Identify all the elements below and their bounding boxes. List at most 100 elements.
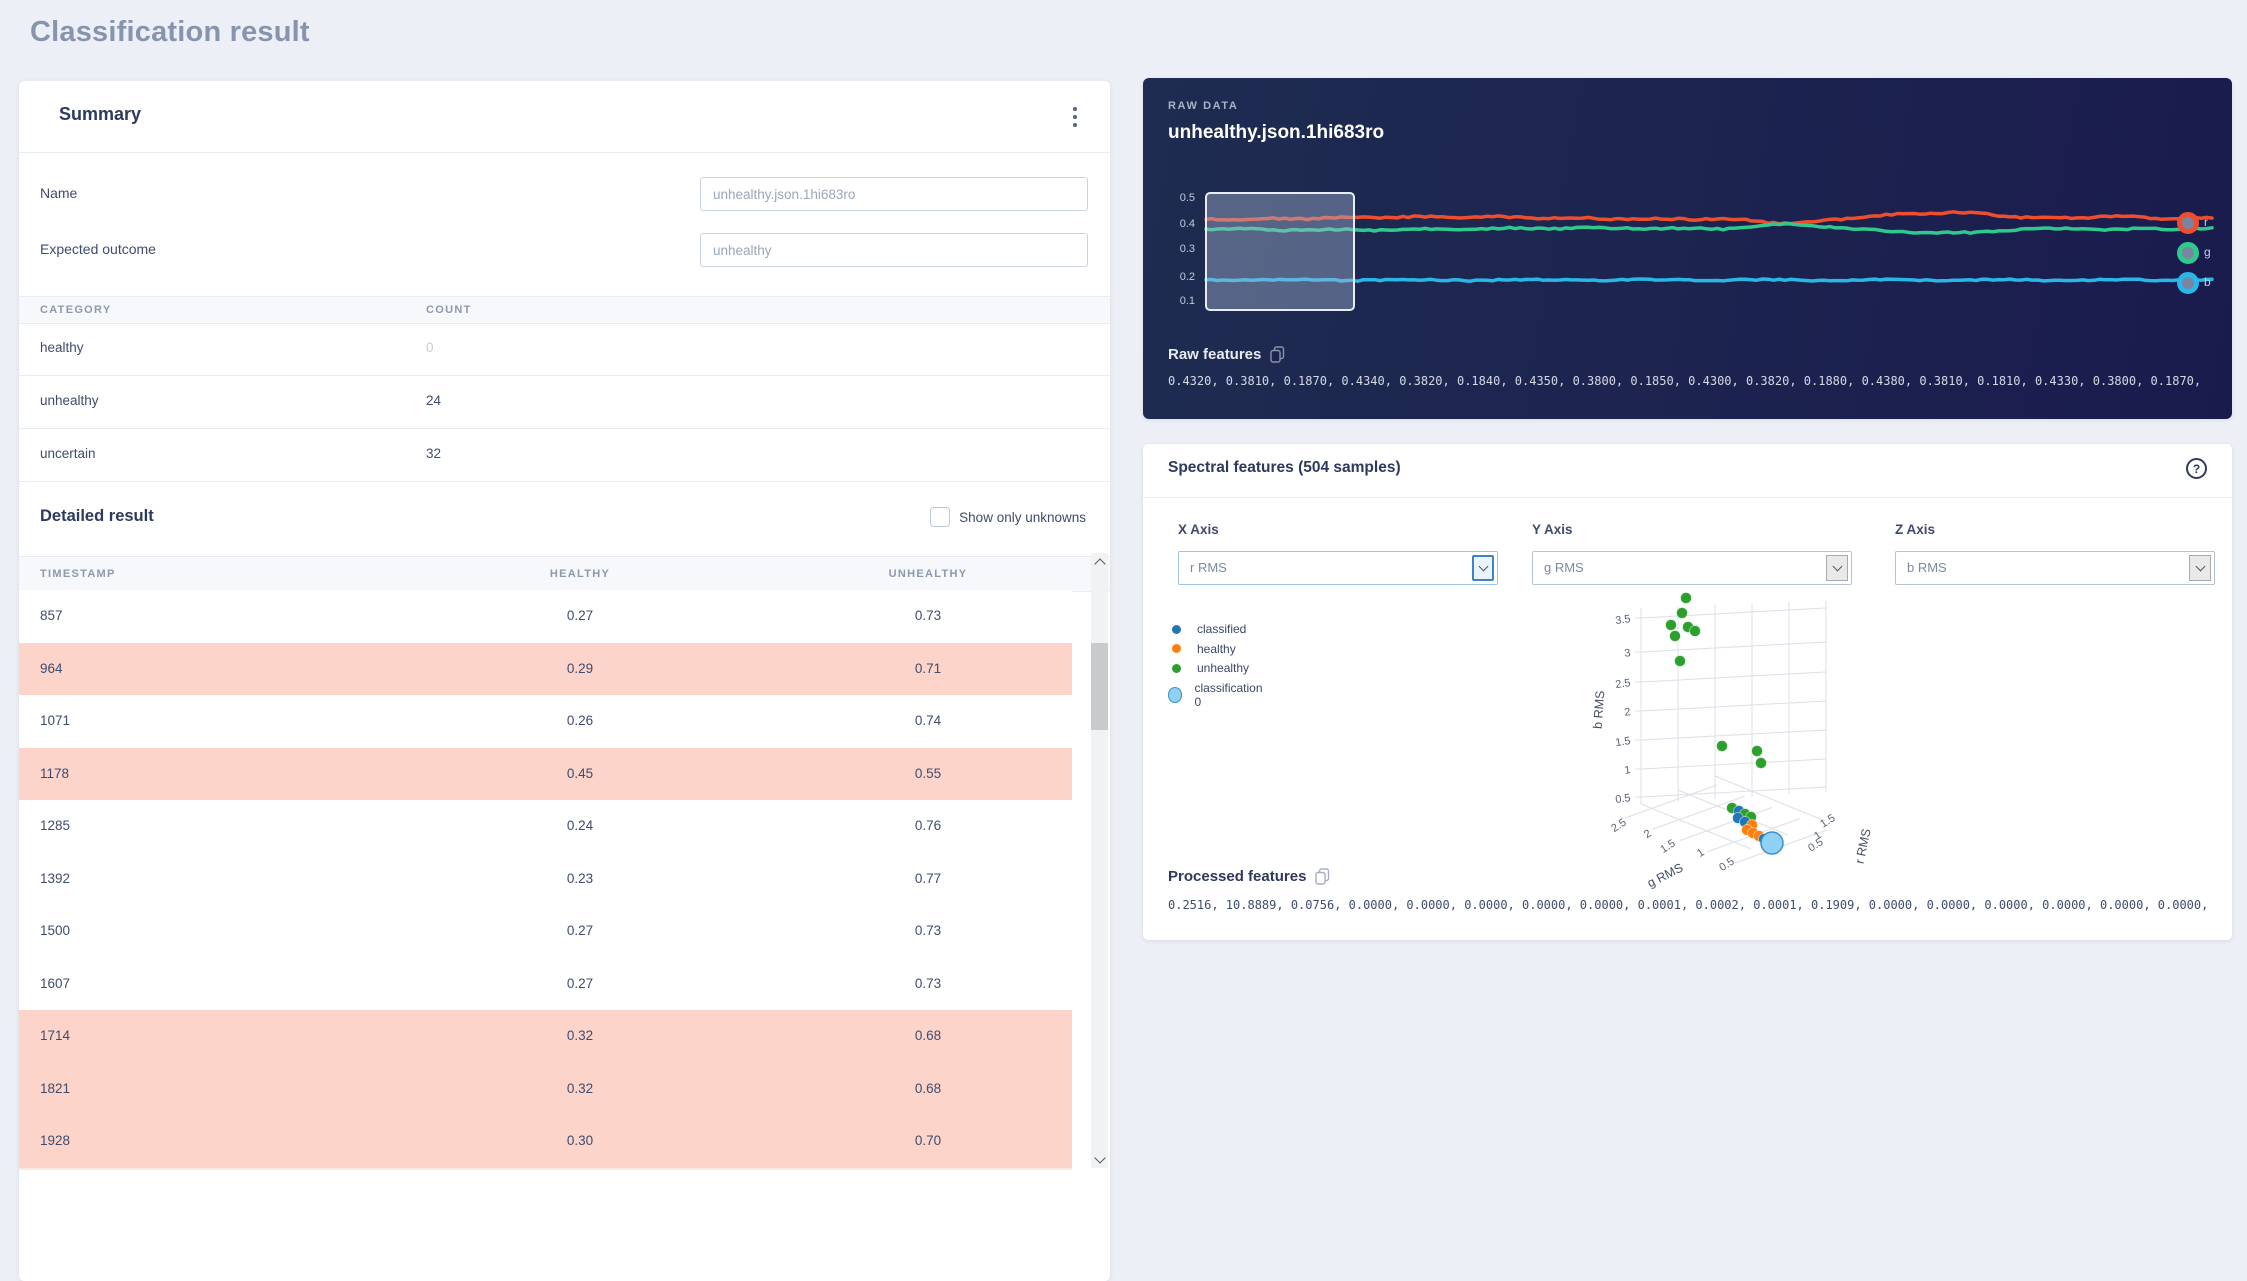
- legend-item[interactable]: classification 0: [1168, 681, 1264, 709]
- y-tick-label: 0.1: [1179, 295, 1195, 307]
- svg-text:3.5: 3.5: [1615, 613, 1632, 627]
- scatter-point[interactable]: [1669, 630, 1681, 642]
- legend-label: classification 0: [1194, 680, 1263, 709]
- svg-text:2.5: 2.5: [1615, 677, 1632, 691]
- legend-label: healthy: [1197, 641, 1236, 656]
- table-row[interactable]: 1285 0.24 0.76: [19, 800, 1072, 854]
- legend-dot-icon: [1172, 644, 1181, 653]
- raw-features-label: Raw features: [1168, 346, 1262, 363]
- series-marker-r[interactable]: [2177, 212, 2199, 234]
- y-axis-select[interactable]: g RMS: [1532, 551, 1852, 585]
- svg-text:2.5: 2.5: [1609, 816, 1628, 834]
- legend-label: classified: [1197, 622, 1247, 636]
- svg-text:b RMS: b RMS: [1591, 690, 1608, 729]
- z-axis-select[interactable]: b RMS: [1895, 551, 2215, 585]
- scroll-up-icon[interactable]: [1091, 553, 1108, 570]
- summary-card-header: Summary: [19, 81, 1110, 153]
- svg-text:1.5: 1.5: [1658, 837, 1677, 855]
- name-field-row: Name: [19, 177, 1110, 211]
- scatter-point[interactable]: [1674, 655, 1686, 667]
- legend-dot-icon: [1172, 663, 1181, 673]
- y-axis-label: Y Axis: [1532, 522, 1573, 537]
- scatter-3d-plot[interactable]: 3.532.521.510.5b RMS2.5 21.5 10.5g RMS1.51…: [1575, 592, 1920, 892]
- show-only-unknowns-control[interactable]: Show only unknowns: [930, 507, 1086, 527]
- kebab-menu-icon[interactable]: [1068, 107, 1082, 127]
- category-row: unhealthy 24: [19, 375, 1110, 429]
- scatter-point[interactable]: [1751, 745, 1763, 757]
- copy-icon[interactable]: [1270, 346, 1285, 363]
- svg-text:0.5: 0.5: [1717, 855, 1736, 873]
- table-scrollbar[interactable]: [1091, 553, 1108, 1168]
- scatter-point[interactable]: [1760, 831, 1784, 855]
- help-icon[interactable]: ?: [2186, 458, 2207, 479]
- scrollbar-thumb[interactable]: [1091, 643, 1108, 730]
- series-marker-label: g: [2204, 245, 2211, 259]
- timestamp-column-header: TIMESTAMP: [40, 568, 116, 580]
- show-only-unknowns-checkbox[interactable]: [930, 507, 951, 527]
- y-tick-label: 0.4: [1179, 218, 1195, 230]
- y-axis-group: Y Axis g RMS: [1532, 522, 1852, 585]
- table-row[interactable]: 857 0.27 0.73: [19, 590, 1072, 644]
- scatter-point[interactable]: [1665, 619, 1677, 631]
- table-row[interactable]: 964 0.29 0.71: [19, 642, 1072, 697]
- processed-features-header: Processed features: [1168, 868, 1330, 885]
- category-row: healthy 0: [19, 322, 1110, 376]
- scatter-point[interactable]: [1755, 757, 1767, 769]
- x-axis-select[interactable]: r RMS: [1178, 551, 1498, 585]
- expected-outcome-label: Expected outcome: [40, 241, 156, 257]
- legend-item[interactable]: healthy: [1168, 642, 1236, 656]
- x-axis-selected-value: r RMS: [1190, 560, 1227, 575]
- category-table-header: CATEGORY COUNT: [19, 296, 1110, 324]
- category-column-header: CATEGORY: [40, 304, 112, 316]
- scatter-point[interactable]: [1716, 740, 1728, 752]
- series-marker-g[interactable]: [2177, 242, 2199, 264]
- raw-data-eyebrow: RAW DATA: [1168, 100, 1239, 112]
- chevron-down-icon[interactable]: [2189, 555, 2211, 581]
- table-row[interactable]: 1071 0.26 0.74: [19, 695, 1072, 749]
- legend-item[interactable]: unhealthy: [1168, 661, 1249, 675]
- detailed-result-header: Detailed result Show only unknowns: [19, 501, 1110, 537]
- expected-outcome-input[interactable]: [700, 233, 1088, 267]
- table-row[interactable]: 1178 0.45 0.55: [19, 747, 1072, 802]
- y-tick-label: 0.3: [1179, 243, 1195, 255]
- scatter-point[interactable]: [1680, 592, 1692, 604]
- chevron-down-icon[interactable]: [1826, 555, 1848, 581]
- name-input[interactable]: [700, 177, 1088, 211]
- legend-item[interactable]: classified: [1168, 622, 1246, 636]
- z-axis-group: Z Axis b RMS: [1895, 522, 2215, 585]
- legend-label: unhealthy: [1197, 661, 1250, 675]
- scroll-down-icon[interactable]: [1091, 1151, 1108, 1168]
- name-label: Name: [40, 185, 78, 201]
- x-axis-label: X Axis: [1178, 522, 1219, 537]
- copy-icon[interactable]: [1315, 868, 1330, 885]
- page-title: Classification result: [30, 16, 310, 48]
- svg-text:2: 2: [1624, 706, 1632, 719]
- series-marker-label: r: [2204, 215, 2208, 229]
- legend-dot-icon: [1168, 686, 1183, 703]
- processed-features-values: 0.2516, 10.8889, 0.0756, 0.0000, 0.0000,…: [1168, 898, 2208, 912]
- chevron-down-icon[interactable]: [1472, 555, 1494, 581]
- show-only-unknowns-label: Show only unknowns: [959, 509, 1086, 525]
- processed-features-label: Processed features: [1168, 868, 1307, 885]
- svg-text:2: 2: [1642, 827, 1654, 840]
- scatter-point[interactable]: [1676, 607, 1688, 619]
- table-row[interactable]: 1500 0.27 0.73: [19, 905, 1072, 959]
- table-row[interactable]: 1607 0.27 0.73: [19, 957, 1072, 1011]
- divider: [1143, 497, 2232, 498]
- svg-text:r RMS: r RMS: [1853, 827, 1874, 865]
- raw-features-values: 0.4320, 0.3810, 0.1870, 0.4340, 0.3820, …: [1168, 374, 2208, 388]
- table-row[interactable]: 1714 0.32 0.68: [19, 1010, 1072, 1065]
- result-table-header: TIMESTAMP HEALTHY UNHEALTHY: [19, 556, 1110, 592]
- table-row[interactable]: 1928 0.30 0.70: [19, 1115, 1072, 1170]
- z-axis-label: Z Axis: [1895, 522, 1936, 537]
- count-column-header: COUNT: [426, 304, 472, 316]
- svg-text:3: 3: [1624, 647, 1632, 660]
- table-row[interactable]: 1392 0.23 0.77: [19, 852, 1072, 906]
- table-row[interactable]: 1821 0.32 0.68: [19, 1062, 1072, 1117]
- chart-brush-selection[interactable]: [1205, 192, 1355, 311]
- svg-text:1: 1: [1624, 764, 1632, 777]
- series-marker-b[interactable]: [2177, 272, 2199, 294]
- scatter-point[interactable]: [1689, 625, 1701, 637]
- raw-features-header: Raw features: [1168, 346, 1285, 363]
- svg-text:1: 1: [1695, 846, 1707, 859]
